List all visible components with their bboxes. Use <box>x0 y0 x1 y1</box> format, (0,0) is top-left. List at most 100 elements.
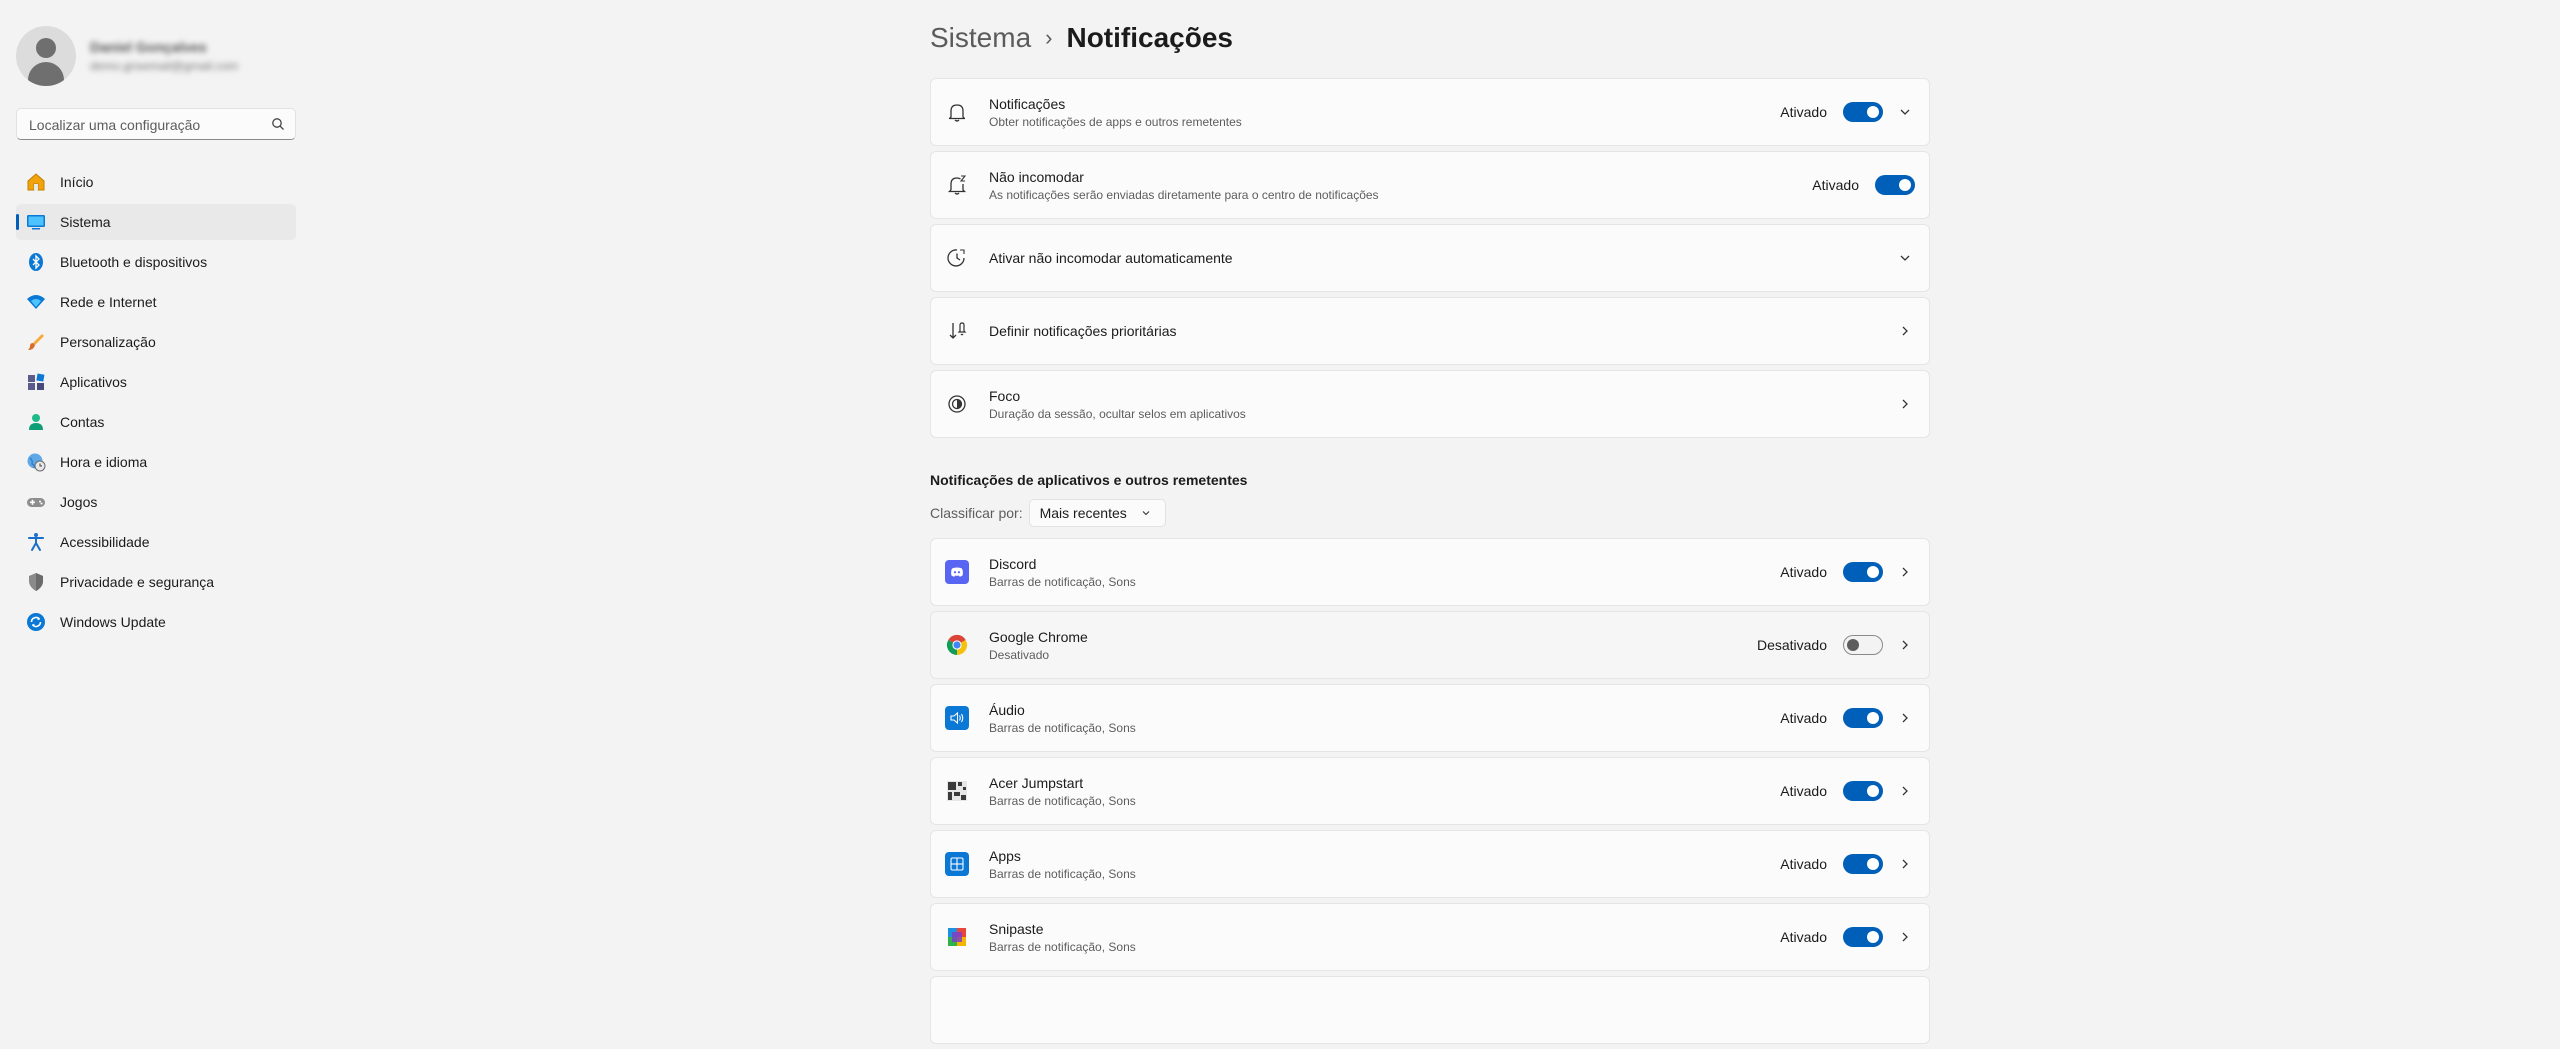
setting-title: Definir notificações prioritárias <box>989 323 1177 339</box>
sidebar-item-jogos[interactable]: Jogos <box>16 484 296 520</box>
search-input[interactable] <box>27 109 267 141</box>
app-name: Apps <box>989 847 1021 864</box>
sidebar-item-label: Aplicativos <box>60 374 127 390</box>
speaker-icon <box>945 706 969 730</box>
profile-name: Daniel Gonçalves <box>90 39 207 55</box>
sidebar-item-personalizacao[interactable]: Personalização <box>16 324 296 360</box>
sidebar-item-label: Personalização <box>60 334 156 350</box>
app-row-snipaste[interactable]: Snipaste Barras de notificação, Sons Ati… <box>930 903 1930 971</box>
apps-icon <box>26 372 46 392</box>
app-row-discord[interactable]: Discord Barras de notificação, Sons Ativ… <box>930 538 1930 606</box>
app-notifications-list: Discord Barras de notificação, Sons Ativ… <box>930 538 1930 1049</box>
acer-jumpstart-icon <box>945 779 969 803</box>
setting-subtitle: As notificações serão enviadas diretamen… <box>989 187 1379 202</box>
sidebar-nav: Início Sistema Bluetooth e dispositivos … <box>16 164 296 644</box>
app-toggle[interactable] <box>1843 708 1883 728</box>
brush-icon <box>26 332 46 352</box>
app-name: Acer Jumpstart <box>989 774 1084 791</box>
bluetooth-icon <box>26 252 46 272</box>
home-icon <box>26 172 46 192</box>
sidebar: Daniel Gonçalves demo.gnsemail@gmail.com… <box>0 0 300 1000</box>
user-profile[interactable]: Daniel Gonçalves demo.gnsemail@gmail.com <box>16 26 238 86</box>
app-name: Áudio <box>989 701 1025 718</box>
app-subtitle: Desativado <box>989 647 1050 662</box>
sidebar-item-rede[interactable]: Rede e Internet <box>16 284 296 320</box>
app-row-apps[interactable]: Apps Barras de notificação, Sons Ativado <box>930 830 1930 898</box>
apps-tile-icon <box>945 852 969 876</box>
breadcrumb-separator: › <box>1045 25 1053 50</box>
setting-notificacoes[interactable]: Notificações Obter notificações de apps … <box>930 78 1930 146</box>
app-row-partial[interactable] <box>930 976 1930 1044</box>
chevron-down-icon[interactable] <box>1897 104 1913 120</box>
app-row-google-chrome[interactable]: Google Chrome Desativado Desativado <box>930 611 1930 679</box>
page-title: Notificações <box>1066 22 1233 53</box>
app-subtitle: Barras de notificação, Sons <box>989 939 1136 954</box>
sidebar-item-privacidade[interactable]: Privacidade e segurança <box>16 564 296 600</box>
setting-nao-incomodar[interactable]: Não incomodar As notificações serão envi… <box>930 151 1930 219</box>
sidebar-item-hora[interactable]: Hora e idioma <box>16 444 296 480</box>
sidebar-item-acessibilidade[interactable]: Acessibilidade <box>16 524 296 560</box>
sidebar-item-windows-update[interactable]: Windows Update <box>16 604 296 640</box>
system-icon <box>26 212 46 232</box>
app-toggle[interactable] <box>1843 562 1883 582</box>
breadcrumb: Sistema › Notificações <box>930 22 1233 54</box>
sidebar-item-sistema[interactable]: Sistema <box>16 204 296 240</box>
profile-email: demo.gnsemail@gmail.com <box>90 59 239 73</box>
sidebar-item-label: Início <box>60 174 94 190</box>
clock-icon <box>945 246 969 270</box>
sidebar-item-label: Jogos <box>60 494 98 510</box>
notificacoes-toggle[interactable] <box>1843 102 1883 122</box>
chevron-down-icon[interactable] <box>1897 250 1913 266</box>
setting-foco[interactable]: Foco Duração da sessão, ocultar selos em… <box>930 370 1930 438</box>
chevron-right-icon[interactable] <box>1897 564 1913 580</box>
app-toggle[interactable] <box>1843 635 1883 655</box>
setting-title: Ativar não incomodar automaticamente <box>989 250 1233 266</box>
chevron-right-icon[interactable] <box>1897 396 1913 412</box>
sidebar-item-bluetooth[interactable]: Bluetooth e dispositivos <box>16 244 296 280</box>
nao-incomodar-toggle[interactable] <box>1875 175 1915 195</box>
chevron-right-icon[interactable] <box>1897 783 1913 799</box>
app-row-audio[interactable]: Áudio Barras de notificação, Sons Ativad… <box>930 684 1930 752</box>
focus-icon <box>945 392 969 416</box>
app-toggle[interactable] <box>1843 854 1883 874</box>
sidebar-item-label: Rede e Internet <box>60 294 157 310</box>
globe-clock-icon <box>26 452 46 472</box>
apps-section-title: Notificações de aplicativos e outros rem… <box>930 472 1248 488</box>
settings-list: Notificações Obter notificações de apps … <box>930 78 1930 443</box>
sidebar-item-inicio[interactable]: Início <box>16 164 296 200</box>
setting-subtitle: Obter notificações de apps e outros reme… <box>989 114 1242 129</box>
app-row-acer-jumpstart[interactable]: Acer Jumpstart Barras de notificação, So… <box>930 757 1930 825</box>
avatar <box>16 26 76 86</box>
chevron-right-icon[interactable] <box>1897 637 1913 653</box>
setting-nao-incomodar-auto[interactable]: Ativar não incomodar automaticamente <box>930 224 1930 292</box>
chevron-right-icon[interactable] <box>1897 323 1913 339</box>
app-toggle[interactable] <box>1843 781 1883 801</box>
bell-snooze-icon <box>945 173 969 197</box>
app-subtitle: Barras de notificação, Sons <box>989 574 1136 589</box>
chevron-down-icon <box>1141 508 1151 518</box>
chevron-right-icon[interactable] <box>1897 929 1913 945</box>
status-label: Desativado <box>1756 637 1827 653</box>
sidebar-item-aplicativos[interactable]: Aplicativos <box>16 364 296 400</box>
app-name: Google Chrome <box>989 628 1088 645</box>
breadcrumb-parent[interactable]: Sistema <box>930 22 1031 54</box>
app-subtitle: Barras de notificação, Sons <box>989 793 1136 808</box>
app-name: Snipaste <box>989 920 1044 937</box>
status-label: Ativado <box>1780 710 1827 726</box>
accessibility-icon <box>26 532 46 552</box>
sidebar-item-contas[interactable]: Contas <box>16 404 296 440</box>
wifi-icon <box>26 292 46 312</box>
sidebar-item-label: Hora e idioma <box>60 454 148 470</box>
app-toggle[interactable] <box>1843 927 1883 947</box>
sidebar-item-label: Sistema <box>60 214 111 230</box>
setting-title: Não incomodar <box>989 168 1084 185</box>
chevron-right-icon[interactable] <box>1897 856 1913 872</box>
sidebar-item-label: Acessibilidade <box>60 534 150 550</box>
setting-notificacoes-prioritarias[interactable]: Definir notificações prioritárias <box>930 297 1930 365</box>
shield-icon <box>26 572 46 592</box>
update-icon <box>26 612 46 632</box>
sort-dropdown[interactable]: Mais recentes <box>1028 499 1166 527</box>
chevron-right-icon[interactable] <box>1897 710 1913 726</box>
search-box[interactable] <box>16 108 296 141</box>
search-icon[interactable] <box>271 117 285 131</box>
